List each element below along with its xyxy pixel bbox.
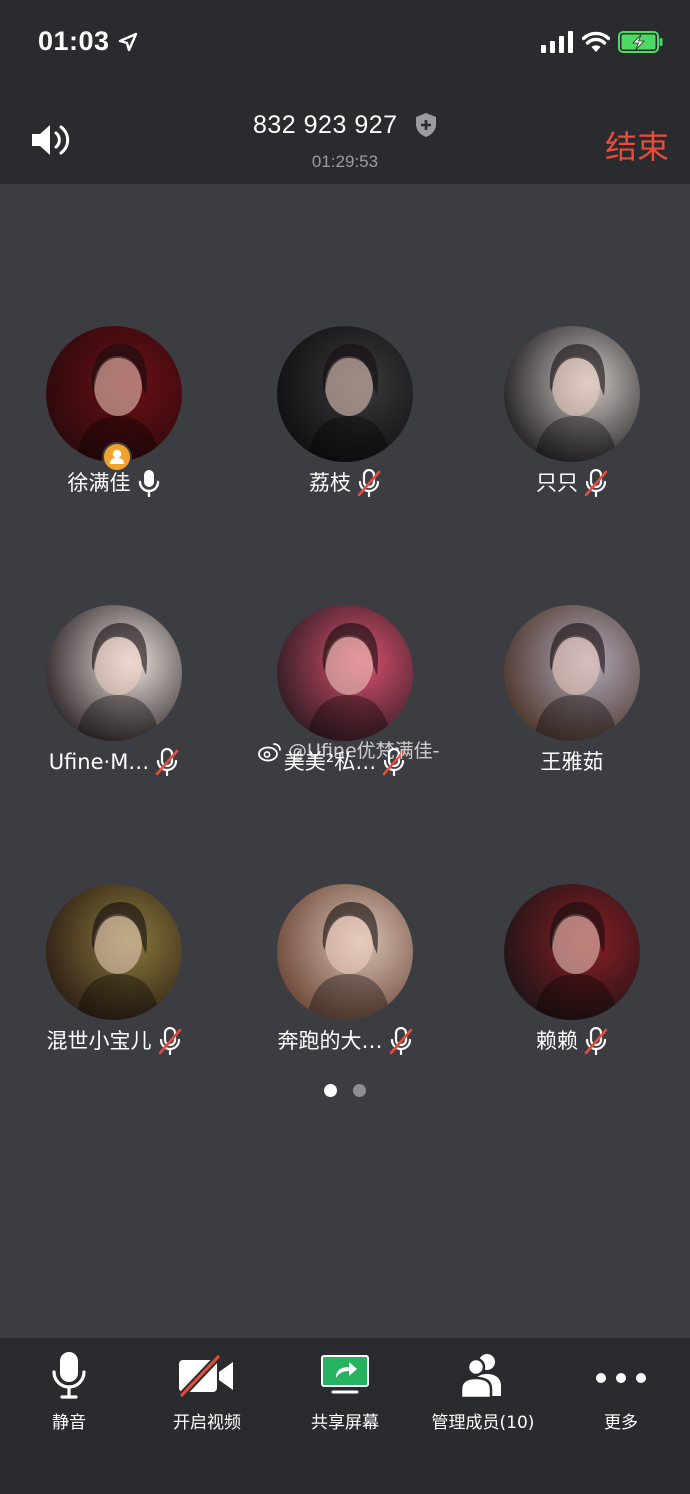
participant-tile[interactable]: 王雅茹 [458, 605, 686, 855]
participant-avatar[interactable] [504, 884, 640, 1020]
participant-name-row: 王雅茹 [458, 745, 686, 777]
avatar-photo [534, 344, 618, 462]
participant-tile[interactable]: Ufine·M… [0, 605, 228, 855]
participant-name-row: 赖赖 [458, 1024, 686, 1056]
page-dot-1[interactable] [324, 1084, 337, 1097]
video-off-icon [178, 1353, 233, 1399]
cellular-signal-icon [541, 31, 573, 53]
participant-name: 徐满佳 [67, 471, 131, 495]
avatar-photo [76, 902, 160, 1020]
wifi-icon [582, 31, 610, 52]
mic-icon [137, 469, 161, 498]
participant-name-row: 只只 [458, 466, 686, 498]
participant-avatar[interactable] [277, 605, 413, 741]
status-time: 01:03 [38, 26, 110, 56]
participant-name-row: Ufine·M… [0, 745, 228, 777]
start-video-label: 开启视频 [173, 1413, 241, 1433]
shield-icon [415, 113, 436, 138]
members-icon [459, 1354, 501, 1400]
participant-avatar[interactable] [46, 605, 182, 741]
participant-avatar[interactable] [46, 884, 182, 1020]
page-indicator[interactable] [0, 1082, 690, 1101]
participant-name-row: 混世小宝儿 [0, 1024, 228, 1056]
manage-members-label: 管理成员(10) [431, 1413, 535, 1433]
participant-name: 王雅茹 [540, 750, 604, 774]
participant-name-row: 荔枝 [231, 466, 459, 498]
participant-avatar[interactable] [504, 326, 640, 462]
mic-muted-icon [158, 1026, 182, 1056]
participant-name-row: 徐满佳 [0, 466, 228, 498]
watermark-label: @Ufine优梵满佳- [288, 740, 440, 762]
participant-avatar[interactable] [277, 326, 413, 462]
participant-avatar[interactable] [504, 605, 640, 741]
more-icon [596, 1373, 646, 1383]
avatar-photo [534, 902, 618, 1020]
mic-muted-icon [584, 1026, 608, 1056]
participant-name: Ufine·M… [48, 750, 150, 774]
mute-label: 静音 [52, 1413, 86, 1433]
participant-name: 荔枝 [309, 471, 351, 495]
participant-name: 赖赖 [536, 1029, 578, 1053]
meeting-duration: 01:29:53 [311, 152, 379, 171]
mic-muted-icon [584, 468, 608, 498]
top-bar: 01:03 832 923 927 01:29:53 结束 [0, 0, 690, 184]
participant-name: 只只 [536, 471, 578, 495]
participant-name: 奔跑的大… [277, 1029, 383, 1053]
share-screen-icon [321, 1355, 369, 1394]
participant-tile[interactable]: 美美²私… [231, 605, 459, 855]
meeting-id-text: 832 923 927 [253, 110, 398, 139]
avatar-photo [307, 344, 391, 462]
more-button[interactable]: 更多 [552, 1338, 690, 1494]
participant-name: 混世小宝儿 [46, 1029, 152, 1053]
mic-muted-icon [155, 747, 179, 777]
mic-muted-icon [389, 1026, 413, 1056]
avatar-photo [307, 902, 391, 1020]
weibo-logo-icon [258, 742, 281, 761]
meeting-id[interactable]: 832 923 927 [0, 110, 690, 140]
manage-members-button[interactable]: 管理成员(10) [414, 1338, 552, 1494]
avatar-photo [534, 623, 618, 741]
more-label: 更多 [604, 1413, 638, 1433]
location-arrow-icon [118, 32, 138, 52]
participant-tile[interactable]: 徐满佳 [0, 326, 228, 576]
mute-button[interactable]: 静音 [0, 1338, 138, 1494]
participant-tile[interactable]: 只只 [458, 326, 686, 576]
share-screen-label: 共享屏幕 [311, 1413, 379, 1433]
bottom-toolbar: 静音 开启视频 共享屏幕 管理成员(10) 更多 [0, 1338, 690, 1494]
participant-avatar[interactable] [277, 884, 413, 1020]
share-screen-button[interactable]: 共享屏幕 [276, 1338, 414, 1494]
start-video-button[interactable]: 开启视频 [138, 1338, 276, 1494]
participant-name-row: 奔跑的大… [231, 1024, 459, 1056]
status-bar: 01:03 [0, 0, 690, 86]
participant-tile[interactable]: 荔枝 [231, 326, 459, 576]
avatar-photo [76, 623, 160, 741]
mic-icon [52, 1352, 86, 1399]
page-dot-2[interactable] [353, 1084, 366, 1097]
avatar-photo [307, 623, 391, 741]
mic-muted-icon [357, 468, 381, 498]
watermark-text: @Ufine优梵满佳- [258, 736, 440, 763]
end-meeting-button[interactable]: 结束 [605, 122, 669, 168]
battery-charging-icon [618, 31, 663, 53]
